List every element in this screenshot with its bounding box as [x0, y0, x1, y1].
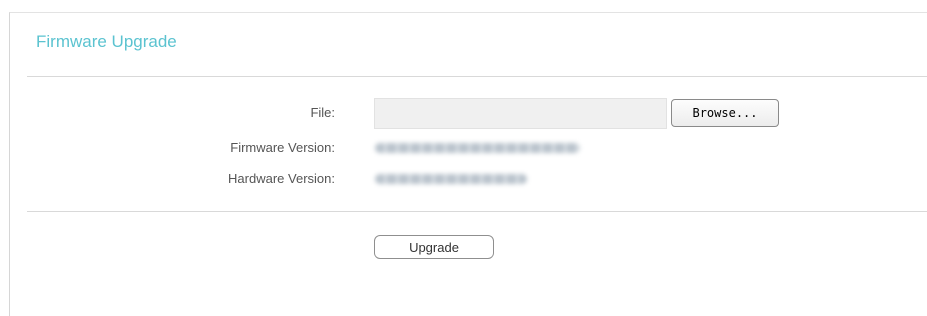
upgrade-button[interactable]: Upgrade — [374, 235, 494, 259]
browse-button[interactable]: Browse... — [671, 99, 779, 127]
action-divider — [27, 211, 927, 212]
hardware-version-label: Hardware Version: — [228, 171, 335, 186]
file-path-input[interactable] — [374, 98, 667, 129]
firmware-version-value — [375, 143, 580, 153]
firmware-version-label: Firmware Version: — [230, 140, 335, 155]
file-label: File: — [310, 105, 335, 120]
firmware-upgrade-panel — [9, 12, 927, 316]
section-title: Firmware Upgrade — [36, 32, 177, 51]
title-divider — [27, 76, 927, 77]
hardware-version-value — [375, 174, 527, 184]
